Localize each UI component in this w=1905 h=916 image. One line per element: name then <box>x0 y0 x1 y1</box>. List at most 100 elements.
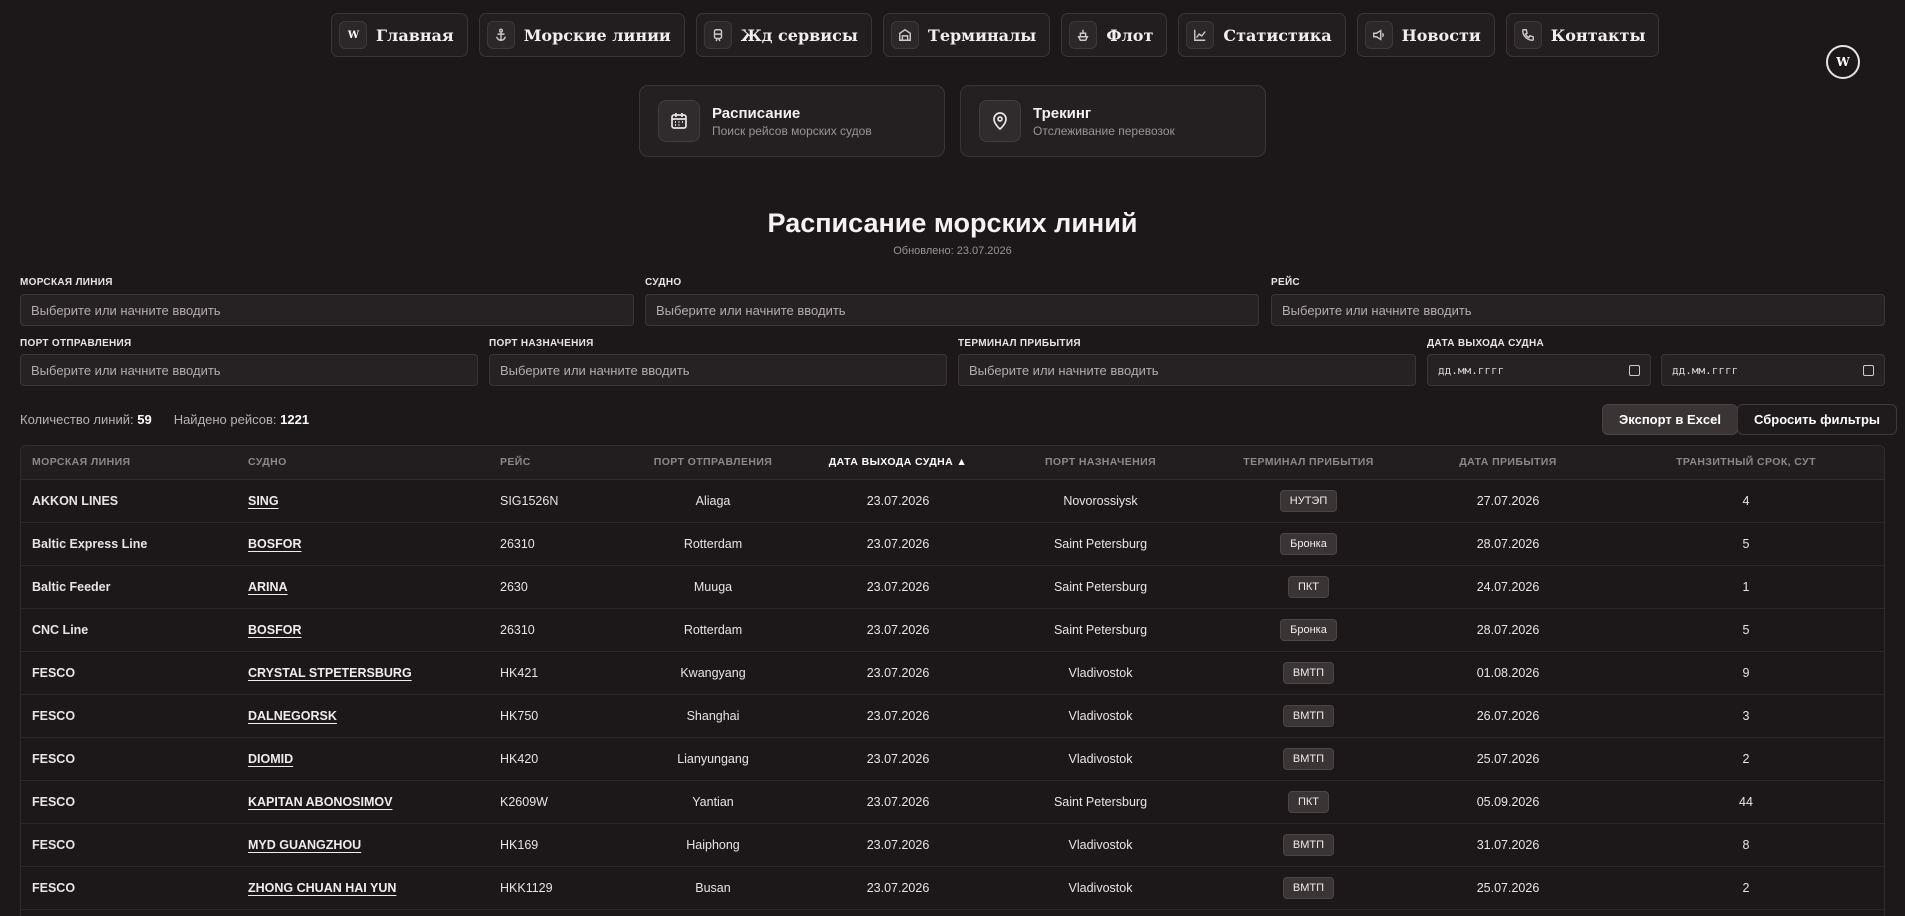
vessel-link[interactable]: BOSFOR <box>248 537 301 551</box>
cell-vessel: ARINA <box>237 565 489 608</box>
train-icon <box>703 21 732 49</box>
col-arrival-terminal[interactable]: Терминал прибытия <box>1207 446 1410 480</box>
tracking-card[interactable]: Трекинг Отслеживание перевозок <box>960 85 1266 157</box>
cell-vessel: KAPITAN ABONOSIMOV <box>237 780 489 823</box>
col-vessel[interactable]: Судно <box>237 446 489 480</box>
cell-departure-date: 23.07.2026 <box>866 837 930 852</box>
vessel-link[interactable]: CRYSTAL STPETERSBURG <box>248 666 412 680</box>
lines-count-stat: Количество линий: 59 <box>20 412 152 427</box>
cell-vessel: BOSFOR <box>237 522 489 565</box>
warehouse-icon <box>890 21 919 49</box>
col-departure-port[interactable]: Порт отправления <box>624 446 802 480</box>
cell-voyage: HK421 <box>500 665 539 680</box>
logo-icon: W <box>339 21 367 49</box>
cell-departure-port: Yantian <box>692 794 734 809</box>
ship-icon <box>1069 21 1098 49</box>
vessel-link[interactable]: DIOMID <box>248 752 293 766</box>
cell-sea-line: Baltic Feeder <box>32 579 111 594</box>
cell-destination-port: Vladivostok <box>1068 708 1133 723</box>
cell-sea-line: FESCO <box>32 708 76 723</box>
vessel-link[interactable]: SING <box>248 494 279 508</box>
cell-sea-line: FESCO <box>32 665 76 680</box>
cell-sea-line: AKKON LINES <box>32 493 119 508</box>
table-row: AKKON LINES SING SIG1526N Aliaga 23.07.2… <box>21 479 1884 522</box>
export-excel-button[interactable]: Экспорт в Excel <box>1602 404 1738 435</box>
schedule-card[interactable]: Расписание Поиск рейсов морских судов <box>639 85 945 157</box>
cell-destination-port: Vladivostok <box>1068 665 1133 680</box>
sea-line-input[interactable]: Выберите или начните вводить <box>20 294 634 326</box>
cell-sea-line: CNC Line <box>32 622 89 637</box>
tracking-card-description: Отслеживание перевозок <box>1033 123 1175 138</box>
nav-item-sea-lines[interactable]: Морские линии <box>478 13 685 57</box>
cell-vessel: SING <box>237 479 489 522</box>
calendar-icon[interactable] <box>1863 364 1874 376</box>
cell-arrival-terminal: ПКТ <box>1207 565 1410 608</box>
cell-voyage: HK169 <box>500 837 539 852</box>
cell-arrival-date: 25.07.2026 <box>1476 880 1540 895</box>
vessel-input[interactable]: Выберите или начните вводить <box>645 294 1259 326</box>
cell-transit-time: 1 <box>1742 579 1750 594</box>
terminal-badge: ВМТП <box>1282 876 1335 899</box>
nav-item-statistics[interactable]: Статистика <box>1178 13 1346 57</box>
cell-arrival-terminal: ВМТП <box>1207 694 1410 737</box>
vessel-link[interactable]: ARINA <box>248 580 288 594</box>
cell-sea-line: FESCO <box>32 794 76 809</box>
nav-item-home[interactable]: W Главная <box>331 13 468 57</box>
cell-vessel: BOSFOR <box>237 608 489 651</box>
voyage-label: РЕЙС <box>1271 277 1300 288</box>
nav-item-label: Морские линии <box>523 25 671 45</box>
cell-arrival-date: 01.08.2026 <box>1476 665 1540 680</box>
arrival-terminal-input[interactable]: Выберите или начните вводить <box>958 354 1416 386</box>
cell-voyage: HK750 <box>500 708 539 723</box>
departure-date-to-input[interactable]: дд.мм.гггг <box>1661 354 1885 386</box>
col-arrival-date[interactable]: Дата прибытия <box>1410 446 1606 480</box>
col-transit-time[interactable]: Транзитный срок, сут <box>1606 446 1884 480</box>
calendar-icon <box>658 100 700 142</box>
reset-filters-button[interactable]: Сбросить фильтры <box>1737 404 1898 435</box>
cell-voyage: 26310 <box>500 536 535 551</box>
cell-departure-port: Haiphong <box>686 837 740 852</box>
cell-voyage: K2609W <box>500 794 548 809</box>
cell-destination-port: Novorossiysk <box>1063 493 1138 508</box>
calendar-icon[interactable] <box>1629 364 1640 376</box>
sub-navigation: Расписание Поиск рейсов морских судов Тр… <box>639 85 1266 157</box>
departure-port-input[interactable]: Выберите или начните вводить <box>20 354 478 386</box>
table-header-row: Морская линия Судно Рейс Порт отправлени… <box>21 446 1884 480</box>
nav-item-terminals[interactable]: Терминалы <box>882 13 1051 57</box>
vessel-link[interactable]: DALNEGORSK <box>248 709 337 723</box>
nav-item-rail-services[interactable]: Жд сервисы <box>695 13 872 57</box>
vessel-link[interactable]: KAPITAN ABONOSIMOV <box>248 795 392 809</box>
terminal-badge: ВМТП <box>1282 833 1335 856</box>
col-sea-line[interactable]: Морская линия <box>21 446 237 480</box>
cell-arrival-date: 28.07.2026 <box>1476 622 1540 637</box>
nav-item-label: Терминалы <box>927 25 1037 45</box>
vessel-link[interactable]: MYD GUANGZHOU <box>248 838 361 852</box>
col-destination-port[interactable]: Порт назначения <box>994 446 1207 480</box>
col-departure-date[interactable]: Дата выхода судна ▲ <box>802 446 994 480</box>
destination-port-label: ПОРТ НАЗНАЧЕНИЯ <box>489 338 594 349</box>
cell-sea-line: FESCO <box>32 880 76 895</box>
nav-item-label: Жд сервисы <box>740 25 858 45</box>
top-navigation: W Главная Морские линии Жд сервисы Терми… <box>331 13 1660 57</box>
vessel-link[interactable]: ZHONG CHUAN HAI YUN <box>248 881 396 895</box>
terminal-badge: ПКТ <box>1287 575 1330 598</box>
terminal-badge: Бронка <box>1280 618 1337 641</box>
cell-arrival-date: 26.07.2026 <box>1476 708 1540 723</box>
voyage-input[interactable]: Выберите или начните вводить <box>1271 294 1885 326</box>
table-row: FESCO ZHONG CHUAN HAI YUN HKK1129 Busan … <box>21 866 1884 909</box>
terminal-badge: ВМТП <box>1282 747 1335 770</box>
nav-item-contacts[interactable]: Контакты <box>1505 13 1660 57</box>
phone-icon <box>1513 21 1542 49</box>
departure-date-from-input[interactable]: дд.мм.гггг <box>1427 354 1651 386</box>
cell-departure-port: Aliaga <box>695 493 731 508</box>
nav-item-news[interactable]: Новости <box>1356 13 1495 57</box>
nav-item-fleet[interactable]: Флот <box>1061 13 1168 57</box>
cell-destination-port: Saint Petersburg <box>1053 536 1148 551</box>
cell-transit-time: 44 <box>1739 794 1753 809</box>
nav-item-label: Статистика <box>1223 25 1332 45</box>
destination-port-input[interactable]: Выберите или начните вводить <box>489 354 947 386</box>
brand-logo-icon[interactable]: W <box>1826 45 1860 79</box>
sea-line-label: МОРСКАЯ ЛИНИЯ <box>20 277 113 288</box>
col-voyage[interactable]: Рейс <box>489 446 624 480</box>
vessel-link[interactable]: BOSFOR <box>248 623 301 637</box>
